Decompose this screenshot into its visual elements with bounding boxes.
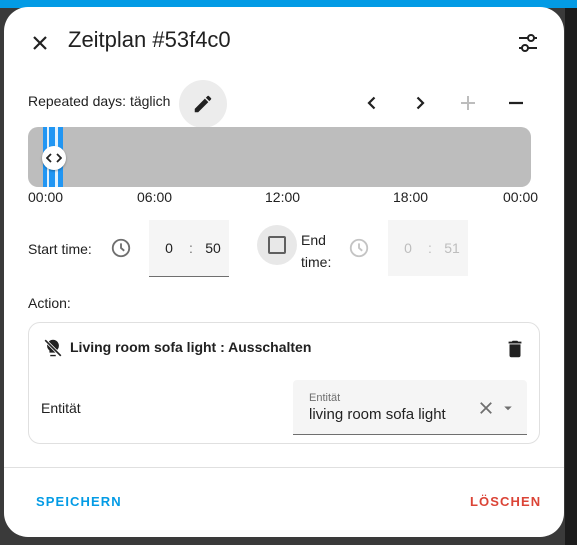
timeline-tick: 00:00: [503, 189, 539, 205]
time-separator: :: [428, 240, 432, 256]
entity-row-label: Entität: [41, 400, 81, 416]
plus-icon: [461, 96, 475, 110]
end-time-input[interactable]: 0 : 51: [388, 220, 468, 276]
end-time-label: End time:: [301, 232, 332, 270]
timeline-tick: 18:00: [393, 189, 429, 205]
entity-field-label: Entität: [309, 392, 341, 404]
timeline-tick: 12:00: [265, 189, 301, 205]
delete-button[interactable]: LÖSCHEN: [462, 490, 549, 513]
lightbulb-off-icon: [43, 338, 63, 358]
backdrop-side: [565, 8, 577, 545]
clear-icon[interactable]: [477, 399, 495, 417]
timeline-drag-handle[interactable]: [42, 146, 66, 170]
entity-select[interactable]: Entität living room sofa light: [293, 380, 527, 435]
timeline-tick: 06:00: [137, 189, 173, 205]
close-icon: [33, 36, 47, 50]
footer-divider: [4, 467, 564, 468]
timeline-tick: 00:00: [28, 189, 64, 205]
schedule-dialog: Zeitplan #53f4c0 Repeated days: täglich: [4, 7, 564, 537]
repeated-days-label: Repeated days: täglich: [28, 93, 171, 109]
pencil-icon: [194, 95, 212, 113]
action-title: Living room sofa light : Ausschalten: [70, 339, 312, 355]
next-slot-button[interactable]: [400, 83, 440, 123]
checkbox-box: [268, 236, 286, 254]
action-card: Living room sofa light : Ausschalten Ent…: [28, 322, 540, 444]
start-time-label: Start time:: [28, 241, 92, 257]
clock-icon: [349, 238, 369, 258]
chevron-right-icon: [416, 96, 425, 110]
time-separator: :: [189, 240, 193, 256]
minus-icon: [509, 101, 523, 105]
end-time-checkbox[interactable]: [257, 225, 297, 265]
clock-icon: [111, 238, 131, 258]
close-button[interactable]: [20, 23, 60, 63]
tune-icon: [519, 34, 537, 52]
arrow-left-right-icon: [46, 153, 62, 163]
delete-icon: [508, 340, 522, 358]
start-time-input[interactable]: 0 : 50: [149, 220, 229, 277]
dropdown-arrow-icon[interactable]: [499, 399, 517, 417]
add-slot-button[interactable]: [448, 83, 488, 123]
settings-button[interactable]: [508, 23, 548, 63]
entity-field-value: living room sofa light: [309, 406, 446, 423]
previous-slot-button[interactable]: [352, 83, 392, 123]
chevron-left-icon: [367, 96, 376, 110]
remove-slot-button[interactable]: [496, 83, 536, 123]
end-minute-field[interactable]: 51: [440, 240, 464, 256]
start-minute-field[interactable]: 50: [201, 240, 225, 256]
delete-action-button[interactable]: [495, 329, 535, 369]
dialog-title: Zeitplan #53f4c0: [68, 27, 231, 52]
end-hour-field[interactable]: 0: [396, 240, 420, 256]
edit-days-button[interactable]: [179, 80, 227, 128]
schedule-timeline[interactable]: [28, 127, 531, 187]
save-button[interactable]: SPEICHERN: [28, 490, 130, 513]
start-hour-field[interactable]: 0: [157, 240, 181, 256]
action-section-label: Action:: [28, 295, 71, 311]
